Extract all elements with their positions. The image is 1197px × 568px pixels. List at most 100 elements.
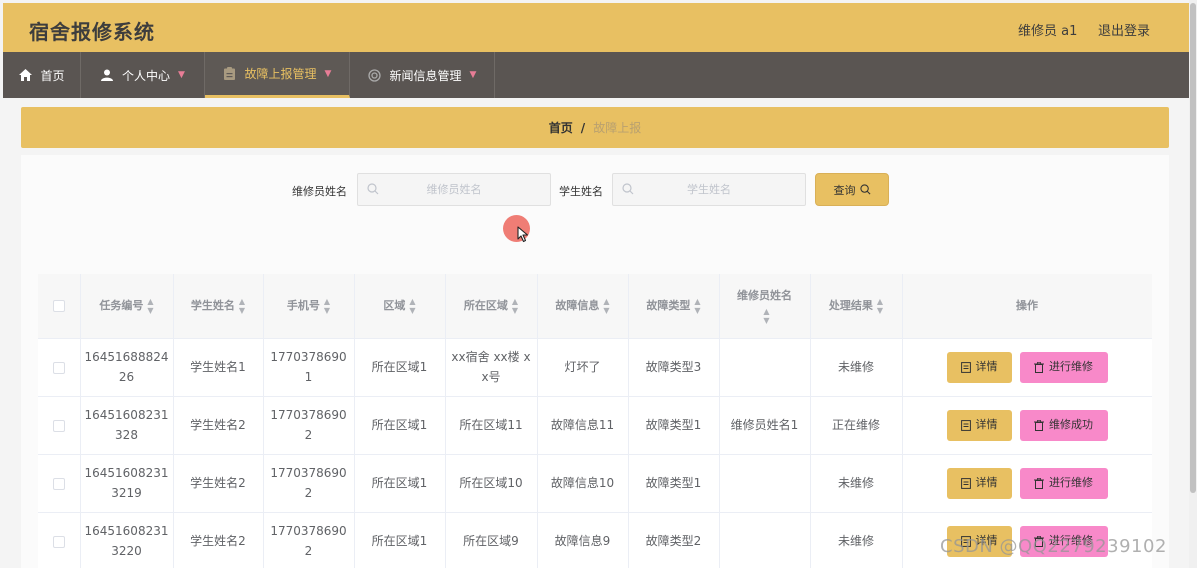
row-select-cell	[38, 454, 81, 513]
sort-icon: ▲ ▼	[238, 296, 246, 315]
cell-repairer-name	[719, 512, 811, 568]
main-nav: 首页 个人中心 ▼ 故障上报管理 ▼ 新闻信息管理 ▼	[3, 52, 1189, 98]
sort-icon: ▲ ▼	[409, 296, 416, 315]
detail-button[interactable]: 详情	[946, 351, 1012, 383]
cell-fault-type: 故障类型3	[628, 338, 720, 397]
repairer-name-label: 维修员姓名	[292, 185, 347, 198]
cell-phone: 17703786902	[263, 512, 355, 568]
document-icon	[960, 419, 971, 431]
search-icon	[622, 183, 634, 198]
breadcrumb-current: 故障上报	[593, 121, 642, 135]
cell-student-name: 学生姓名2	[173, 396, 264, 455]
cell-area: 所在区域1	[354, 338, 446, 397]
current-user: 维修员 a1	[1018, 24, 1078, 39]
cell-location: xx宿舍 xx楼 xx号	[445, 338, 538, 397]
student-name-search	[612, 173, 806, 206]
trash-icon	[1034, 361, 1044, 373]
header-area[interactable]: 区域 ▲ ▼	[354, 274, 446, 339]
cell-result: 未维修	[810, 512, 903, 568]
trash-icon	[1034, 477, 1044, 489]
sort-icon: ▲ ▼	[511, 296, 519, 315]
cell-fault-info: 故障信息9	[537, 512, 629, 568]
cell-fault-info: 灯坏了	[537, 338, 629, 397]
cell-result: 未维修	[810, 454, 903, 513]
breadcrumb-separator: /	[580, 120, 586, 135]
start-repair-button[interactable]: 进行维修	[1019, 351, 1108, 383]
cell-student-name: 学生姓名2	[173, 454, 264, 513]
header-location[interactable]: 所在区域 ▲ ▼	[445, 274, 538, 339]
cell-repairer-name	[719, 454, 811, 513]
row-checkbox[interactable]	[52, 419, 65, 432]
repairer-name-input[interactable]	[358, 174, 550, 205]
breadcrumb-home[interactable]: 首页	[549, 119, 573, 136]
repair-success-button[interactable]: 维修成功	[1019, 409, 1108, 441]
row-checkbox[interactable]	[52, 477, 65, 490]
student-name-label: 学生姓名	[559, 185, 603, 198]
cell-task-id: 16451608231328	[80, 396, 174, 455]
cell-phone: 17703786901	[263, 338, 355, 397]
page-scrollbar[interactable]	[1189, 0, 1197, 568]
nav-item-news[interactable]: 新闻信息管理 ▼	[350, 52, 495, 98]
header-task-id[interactable]: 任务编号 ▲ ▼	[80, 274, 174, 339]
student-name-input[interactable]	[613, 174, 805, 205]
detail-button[interactable]: 详情	[946, 409, 1012, 441]
sort-icon: ▲ ▼	[147, 296, 154, 315]
nav-item-fault-report[interactable]: 故障上报管理 ▼	[205, 52, 350, 98]
row-checkbox[interactable]	[52, 361, 65, 374]
sort-icon: ▲ ▼	[876, 296, 884, 315]
nav-label-home: 首页	[40, 68, 65, 83]
clipboard-icon	[223, 67, 237, 81]
header-student-name[interactable]: 学生姓名 ▲ ▼	[173, 274, 264, 339]
nav-item-profile[interactable]: 个人中心 ▼	[81, 52, 205, 98]
query-button-label: 查询	[833, 183, 856, 197]
fault-report-table: 任务编号 ▲ ▼ 学生姓名 ▲ ▼ 手机号 ▲ ▼ 区域 ▲ ▼ 所在区域 ▲ ▼ 故障信息 ▲ ▼ 故…	[38, 274, 1152, 568]
table-header-row: 任务编号 ▲ ▼ 学生姓名 ▲ ▼ 手机号 ▲ ▼ 区域 ▲ ▼ 所在区域 ▲ ▼ 故障信息 ▲ ▼ 故…	[38, 274, 1152, 339]
select-all-checkbox[interactable]	[52, 299, 65, 312]
scrollbar-thumb[interactable]	[1190, 3, 1196, 493]
cell-student-name: 学生姓名1	[173, 338, 264, 397]
query-button[interactable]: 查询	[815, 173, 889, 206]
cell-task-id: 164516082313220	[80, 512, 174, 568]
row-select-cell	[38, 512, 81, 568]
row-select-cell	[38, 338, 81, 397]
trash-icon	[1034, 419, 1044, 431]
chevron-down-icon: ▼	[178, 70, 185, 80]
cell-repairer-name: 维修员姓名1	[719, 396, 811, 455]
user-icon	[100, 68, 114, 82]
cell-task-id: 164516082313219	[80, 454, 174, 513]
row-checkbox[interactable]	[52, 535, 65, 548]
cell-operations: 详情 维修成功	[902, 396, 1152, 455]
logout-link[interactable]: 退出登录	[1098, 20, 1150, 39]
select-all-cell	[38, 274, 81, 339]
header-result[interactable]: 处理结果 ▲ ▼	[810, 274, 903, 339]
top-header: 宿舍报修系统 维修员 a1 退出登录	[3, 3, 1189, 52]
nav-label-news: 新闻信息管理	[389, 68, 462, 83]
table-row: 16451608231328 学生姓名2 17703786902 所在区域1 所…	[38, 396, 1152, 455]
header-fault-info[interactable]: 故障信息 ▲ ▼	[537, 274, 629, 339]
cell-fault-info: 故障信息11	[537, 396, 629, 455]
detail-button[interactable]: 详情	[946, 467, 1012, 499]
header-repairer-name[interactable]: 维修员姓名 ▲ ▼	[719, 274, 811, 339]
cell-result: 正在维修	[810, 396, 903, 455]
app-title: 宿舍报修系统	[29, 20, 155, 44]
watermark: CSDN @QQ2279239102	[940, 536, 1167, 557]
sort-icon: ▲ ▼	[323, 296, 331, 315]
nav-item-home[interactable]: 首页	[3, 52, 81, 98]
cell-operations: 详情 进行维修	[902, 338, 1152, 397]
start-repair-button[interactable]: 进行维修	[1019, 467, 1108, 499]
search-icon	[859, 184, 871, 195]
breadcrumb: 首页 / 故障上报	[21, 107, 1169, 148]
cell-repairer-name	[719, 338, 811, 397]
nav-label-fault-report: 故障上报管理	[244, 67, 317, 81]
cell-fault-type: 故障类型2	[628, 512, 720, 568]
document-icon	[960, 477, 971, 489]
cell-result: 未维修	[810, 338, 903, 397]
header-phone[interactable]: 手机号 ▲ ▼	[263, 274, 355, 339]
sort-icon: ▲ ▼	[694, 296, 701, 315]
cell-location: 所在区域9	[445, 512, 538, 568]
sort-icon: ▲ ▼	[763, 306, 770, 325]
cell-location: 所在区域10	[445, 454, 538, 513]
header-fault-type[interactable]: 故障类型 ▲ ▼	[628, 274, 720, 339]
mouse-pointer-icon	[517, 226, 529, 243]
cell-fault-type: 故障类型1	[628, 396, 720, 455]
